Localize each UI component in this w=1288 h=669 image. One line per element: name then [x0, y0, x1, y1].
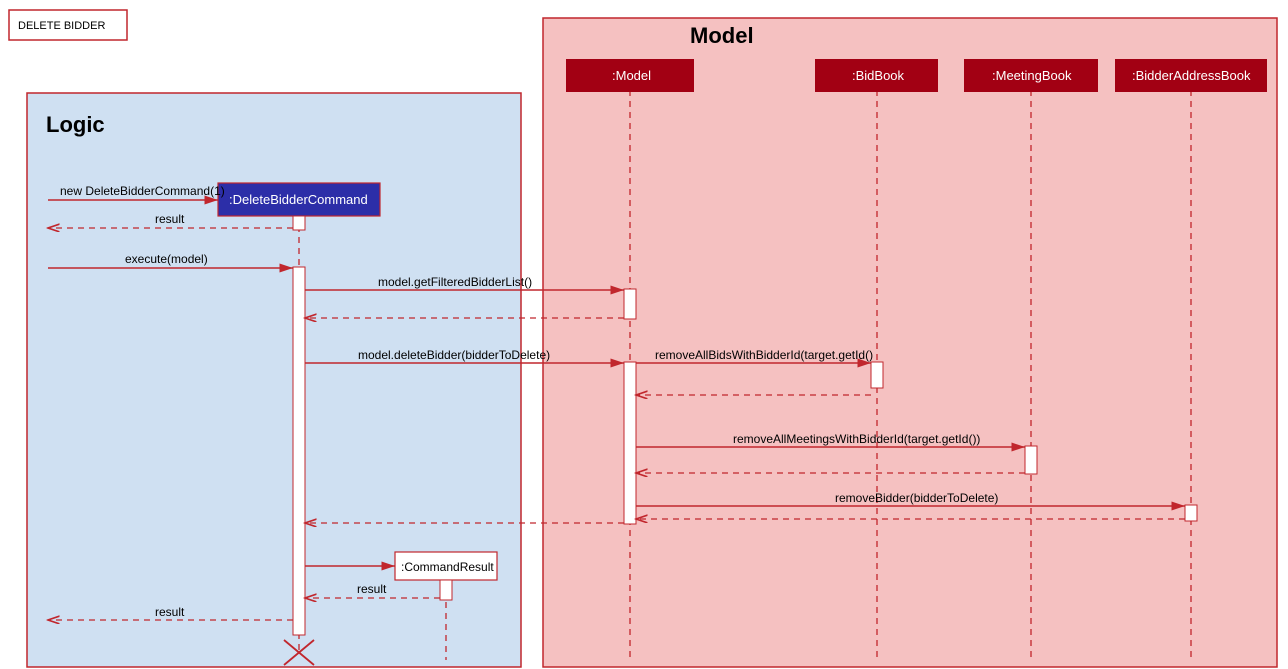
svg-text::MeetingBook: :MeetingBook — [992, 68, 1072, 83]
participant-command-result: :CommandResult — [395, 552, 497, 580]
activation-delete-cmd-main — [293, 267, 305, 635]
participant-meetingbook: :MeetingBook — [964, 59, 1098, 92]
activation-bidbook — [871, 362, 883, 388]
activation-model-1 — [624, 289, 636, 319]
delete-bidder-label-box: DELETE BIDDER — [9, 10, 127, 40]
model-title: Model — [690, 23, 754, 48]
participant-bidbook: :BidBook — [815, 59, 938, 92]
msg-result1-label: result — [155, 212, 185, 226]
delete-bidder-label: DELETE BIDDER — [18, 20, 105, 32]
participant-delete-cmd: :DeleteBidderCommand — [218, 183, 380, 216]
msg-removebidder-label: removeBidder(bidderToDelete) — [835, 491, 998, 505]
model-frame: Model — [543, 18, 1277, 667]
svg-text::Model: :Model — [612, 68, 651, 83]
svg-text::DeleteBidderCommand: :DeleteBidderCommand — [229, 192, 368, 207]
participant-model: :Model — [566, 59, 694, 92]
activation-delete-cmd-create — [293, 216, 305, 230]
msg-getfiltered-label: model.getFilteredBidderList() — [378, 275, 532, 289]
activation-model-2 — [624, 362, 636, 524]
msg-deletebidder-label: model.deleteBidder(bidderToDelete) — [358, 348, 550, 362]
msg-execute-label: execute(model) — [125, 252, 208, 266]
activation-bidder-addr-book — [1185, 505, 1197, 521]
activation-command-result — [440, 580, 452, 600]
sequence-diagram: DELETE BIDDER Logic Model :Model :BidBoo… — [0, 0, 1288, 669]
msg-removemeetings-label: removeAllMeetingsWithBidderId(target.get… — [733, 432, 980, 446]
msg-removebids-label: removeAllBidsWithBidderId(target.getId() — [655, 348, 873, 362]
activation-meetingbook — [1025, 446, 1037, 474]
msg-result3-label: result — [155, 605, 185, 619]
msg-result2-label: result — [357, 582, 387, 596]
msg-new-cmd-label: new DeleteBidderCommand(1) — [60, 184, 225, 198]
svg-text::CommandResult: :CommandResult — [401, 560, 494, 574]
svg-text::BidBook: :BidBook — [852, 68, 905, 83]
svg-text::BidderAddressBook: :BidderAddressBook — [1132, 68, 1251, 83]
logic-title: Logic — [46, 112, 105, 137]
participant-bidder-addr-book: :BidderAddressBook — [1115, 59, 1267, 92]
